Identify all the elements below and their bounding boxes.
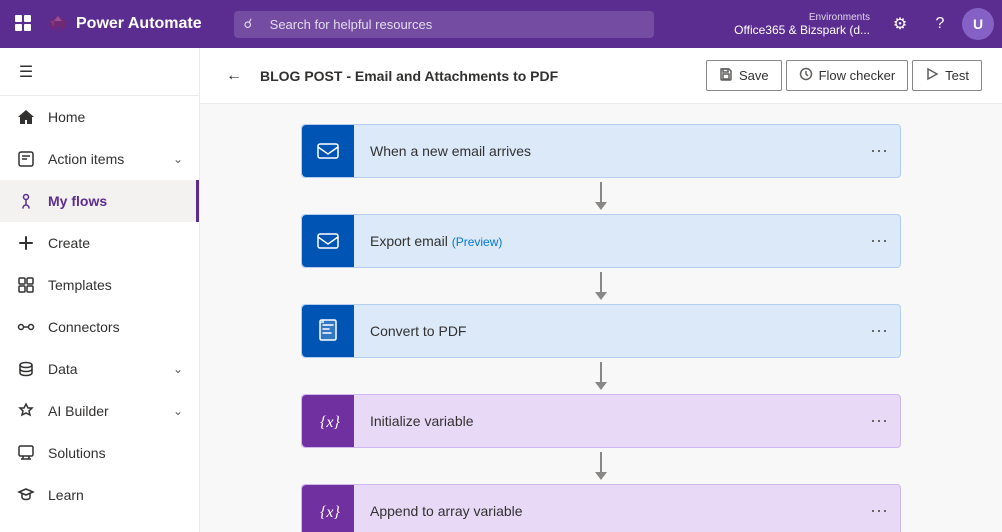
flow-step-when-email[interactable]: When a new email arrives ⋯ [301, 124, 901, 178]
flow-step-export-email[interactable]: Export email (Preview) ⋯ [301, 214, 901, 268]
sidebar-label-my-flows: My flows [48, 193, 180, 209]
sidebar-item-solutions[interactable]: Solutions [0, 432, 199, 474]
test-label: Test [945, 68, 969, 83]
avatar[interactable]: U [962, 8, 994, 40]
flow-title: BLOG POST - Email and Attachments to PDF [260, 68, 694, 84]
step-more-2[interactable]: ⋯ [858, 231, 900, 252]
step-label-5: Append to array variable [354, 503, 858, 519]
layout: ☰ Home Action items ⌄ My flows [0, 48, 1002, 532]
svg-text:{x}: {x} [320, 504, 341, 521]
flow-header: ← BLOG POST - Email and Attachments to P… [200, 48, 1002, 104]
sidebar-item-templates[interactable]: Templates [0, 264, 199, 306]
sidebar-item-ai-builder[interactable]: AI Builder ⌄ [0, 390, 199, 432]
flow-checker-icon [799, 67, 813, 84]
step-more-1[interactable]: ⋯ [858, 141, 900, 162]
flow-checker-label: Flow checker [819, 68, 896, 83]
flow-checker-button[interactable]: Flow checker [786, 60, 909, 91]
sidebar-label-ai-builder: AI Builder [48, 403, 161, 419]
step-label-1: When a new email arrives [354, 143, 858, 159]
topbar: Power Automate ☌ Environments Office365 … [0, 0, 1002, 48]
hamburger-button[interactable]: ☰ [8, 54, 44, 90]
search-icon: ☌ [244, 16, 253, 32]
home-icon [16, 107, 36, 127]
solutions-icon [16, 443, 36, 463]
test-icon [925, 67, 939, 84]
ai-builder-chevron: ⌄ [173, 404, 183, 418]
action-items-icon [16, 149, 36, 169]
connectors-icon [16, 317, 36, 337]
sidebar-label-data: Data [48, 361, 161, 377]
step-label-4: Initialize variable [354, 413, 858, 429]
save-button[interactable]: Save [706, 60, 782, 91]
sidebar-item-data[interactable]: Data ⌄ [0, 348, 199, 390]
sidebar-top: ☰ [0, 48, 199, 96]
sidebar-label-connectors: Connectors [48, 319, 183, 335]
test-button[interactable]: Test [912, 60, 982, 91]
settings-icon[interactable]: ⚙ [882, 6, 918, 42]
sidebar-item-home[interactable]: Home [0, 96, 199, 138]
search-input[interactable] [234, 11, 654, 38]
svg-text:{x}: {x} [320, 414, 341, 431]
step-label-3: Convert to PDF [354, 323, 858, 339]
data-chevron: ⌄ [173, 362, 183, 376]
data-icon [16, 359, 36, 379]
step-icon-var1: {x} [302, 395, 354, 447]
brand-text: Power Automate [76, 15, 202, 33]
sidebar-item-my-flows[interactable]: My flows [0, 180, 199, 222]
env-name: Office365 & Bizspark (d... [734, 23, 870, 37]
sidebar-label-create: Create [48, 235, 183, 251]
preview-tag: (Preview) [452, 235, 503, 249]
flow-canvas: When a new email arrives ⋯ [200, 104, 1002, 532]
connector-2 [301, 268, 901, 304]
sidebar-item-create[interactable]: Create [0, 222, 199, 264]
avatar-initials: U [962, 8, 994, 40]
flow-step-convert-pdf[interactable]: Convert to PDF ⋯ [301, 304, 901, 358]
templates-icon [16, 275, 36, 295]
step-more-4[interactable]: ⋯ [858, 411, 900, 432]
sidebar-label-learn: Learn [48, 487, 183, 503]
sidebar-item-connectors[interactable]: Connectors [0, 306, 199, 348]
back-button[interactable]: ← [220, 62, 248, 90]
step-icon-var2: {x} [302, 485, 354, 532]
sidebar-label-solutions: Solutions [48, 445, 183, 461]
step-icon-email1 [302, 125, 354, 177]
connector-4 [301, 448, 901, 484]
step-more-5[interactable]: ⋯ [858, 501, 900, 522]
sidebar-label-templates: Templates [48, 277, 183, 293]
flow-step-init-var[interactable]: {x} Initialize variable ⋯ [301, 394, 901, 448]
sidebar: ☰ Home Action items ⌄ My flows [0, 48, 200, 532]
step-icon-email2 [302, 215, 354, 267]
sidebar-item-learn[interactable]: Learn [0, 474, 199, 516]
topbar-right: Environments Office365 & Bizspark (d... … [734, 6, 1002, 42]
env-label: Environments [809, 12, 870, 23]
apps-grid-icon[interactable] [0, 0, 48, 48]
flow-step-append-var[interactable]: {x} Append to array variable ⋯ [301, 484, 901, 532]
main-content: ← BLOG POST - Email and Attachments to P… [200, 48, 1002, 532]
step-label-2: Export email (Preview) [354, 233, 858, 249]
help-icon[interactable]: ? [922, 6, 958, 42]
connector-3 [301, 358, 901, 394]
sidebar-item-action-items[interactable]: Action items ⌄ [0, 138, 199, 180]
search-bar[interactable]: ☌ [234, 11, 654, 38]
create-icon [16, 233, 36, 253]
ai-builder-icon [16, 401, 36, 421]
step-icon-pdf [302, 305, 354, 357]
sidebar-label-home: Home [48, 109, 183, 125]
my-flows-icon [16, 191, 36, 211]
save-label: Save [739, 68, 769, 83]
sidebar-label-action-items: Action items [48, 151, 161, 167]
step-more-3[interactable]: ⋯ [858, 321, 900, 342]
brand: Power Automate [48, 14, 218, 34]
environment-selector[interactable]: Environments Office365 & Bizspark (d... [734, 12, 878, 37]
learn-icon [16, 485, 36, 505]
action-items-chevron: ⌄ [173, 152, 183, 166]
connector-1 [301, 178, 901, 214]
save-icon [719, 67, 733, 84]
flow-actions: Save Flow checker Test [706, 60, 982, 91]
